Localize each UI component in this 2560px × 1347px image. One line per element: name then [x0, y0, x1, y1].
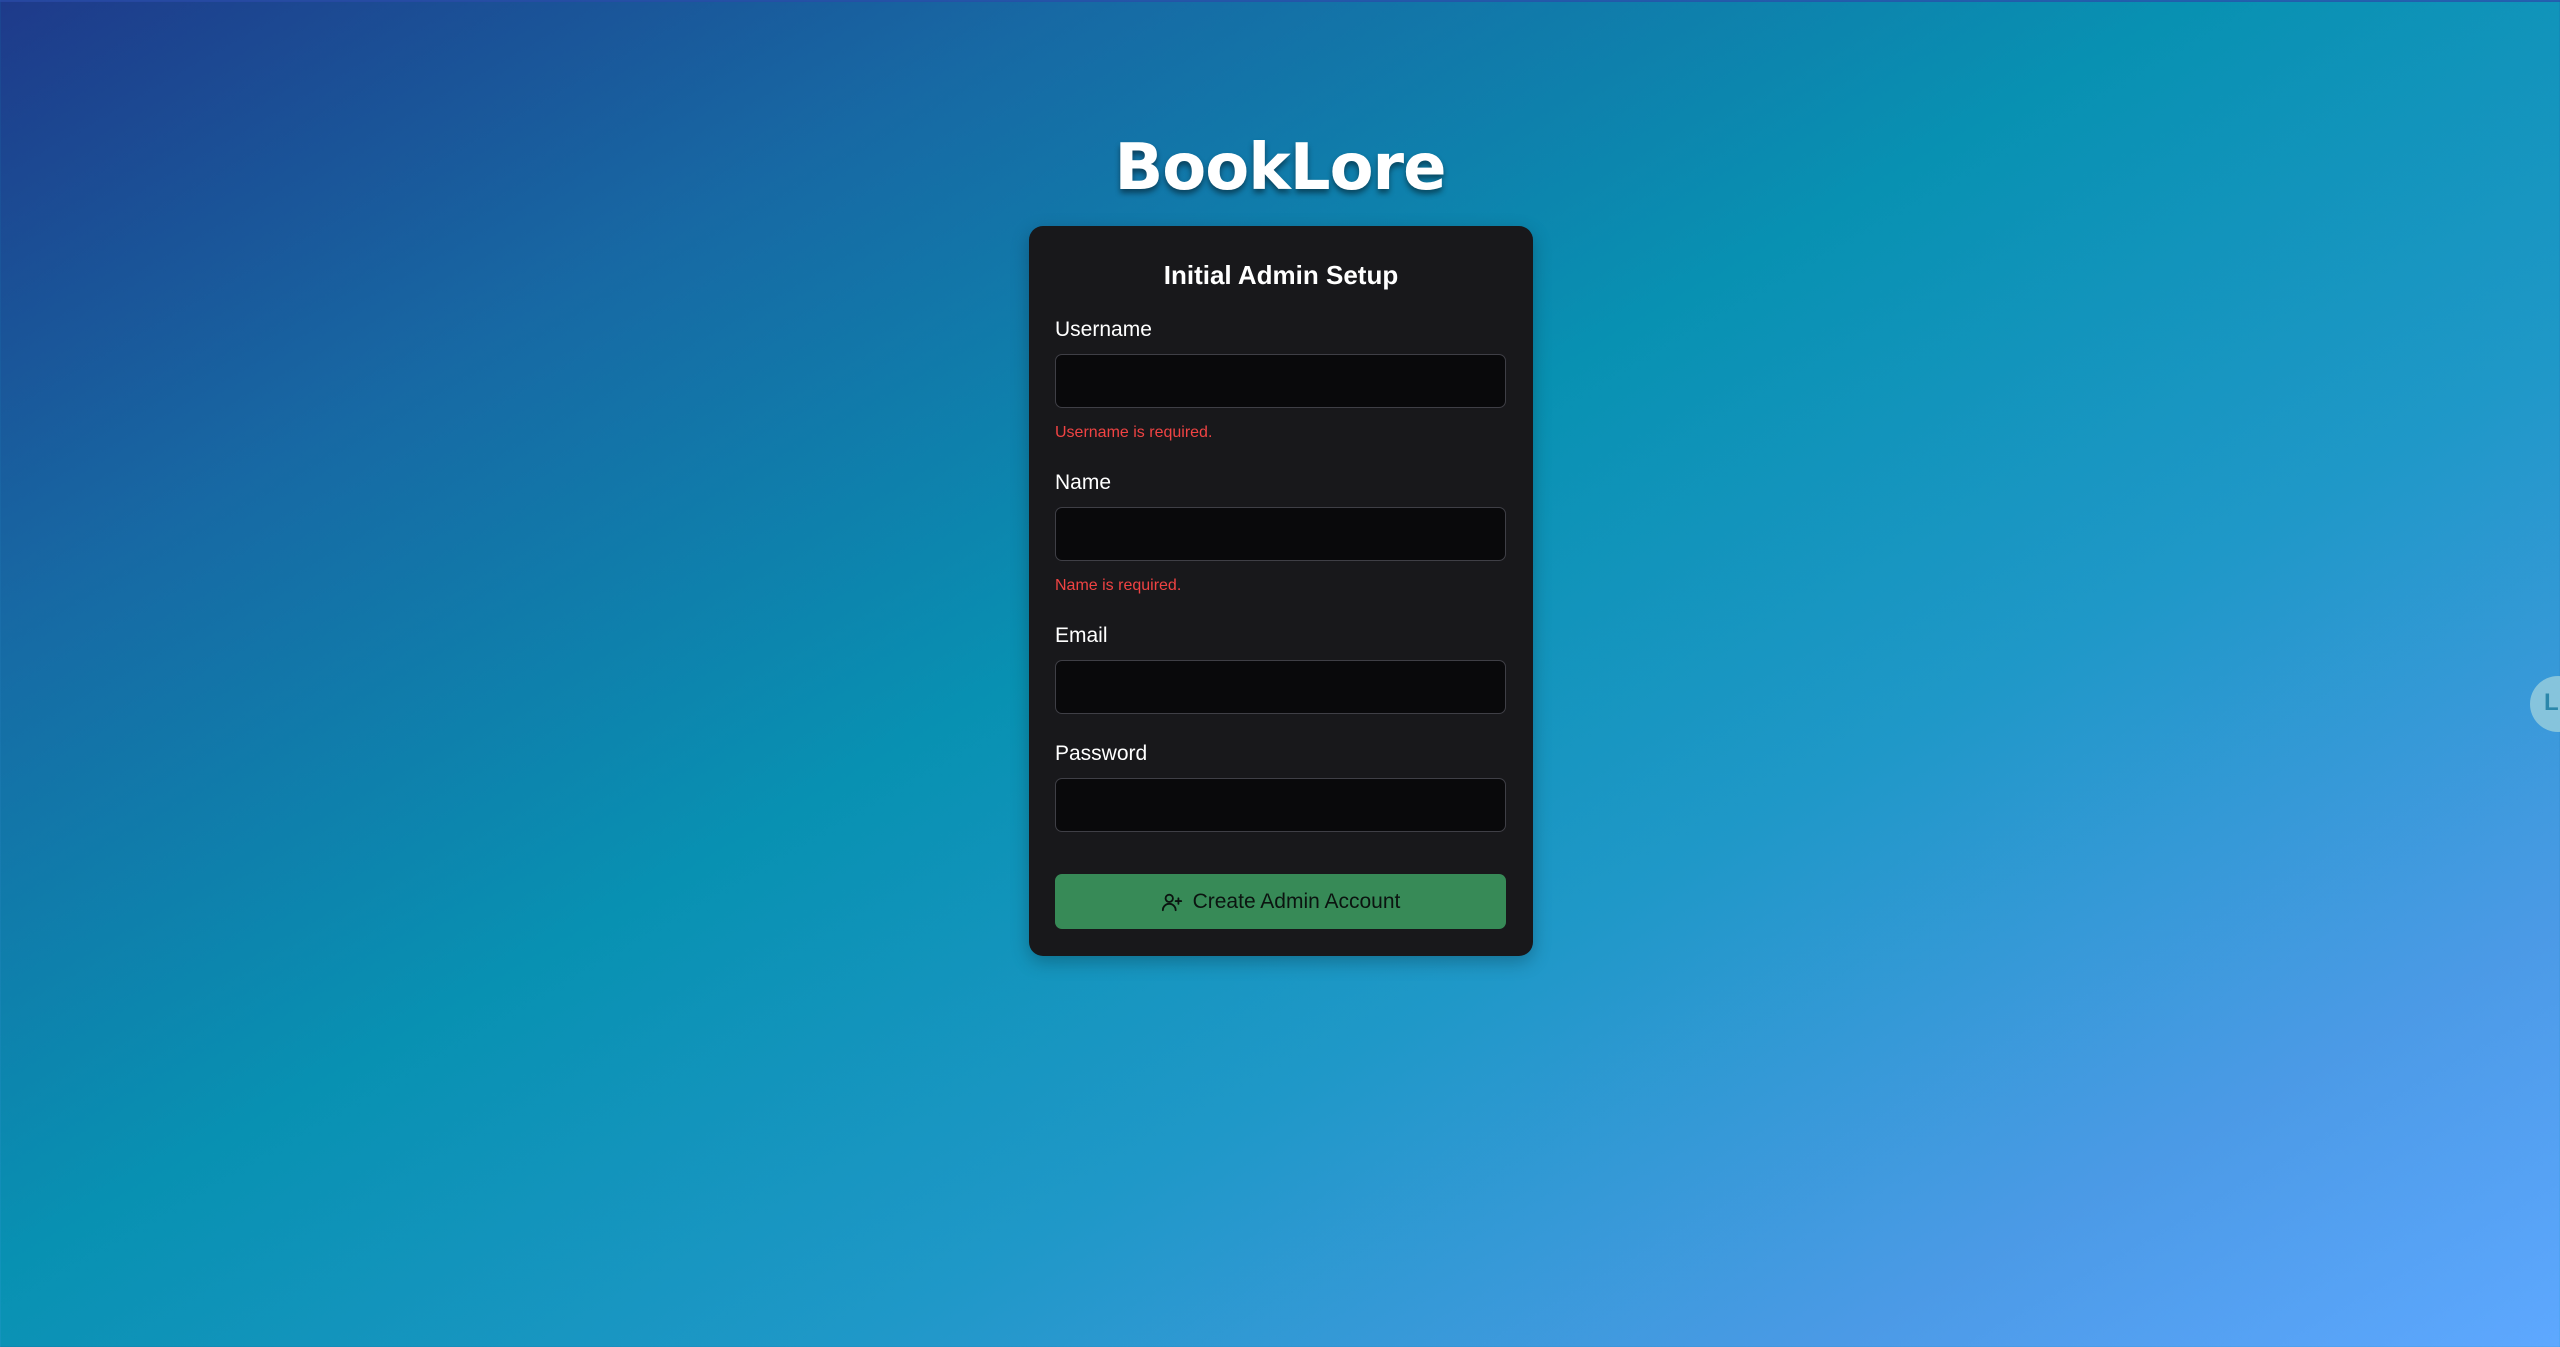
email-input[interactable]	[1055, 660, 1506, 714]
user-plus-icon	[1161, 891, 1183, 913]
floating-chat-icon: L	[2544, 689, 2559, 716]
password-label: Password	[1055, 742, 1148, 765]
username-label: Username	[1055, 318, 1152, 341]
create-admin-account-label: Create Admin Account	[1192, 889, 1401, 913]
name-error: Name is required.	[1055, 577, 1182, 594]
admin-setup-card: Initial Admin Setup Username Username is…	[1029, 226, 1533, 956]
username-input[interactable]	[1055, 354, 1506, 408]
password-input[interactable]	[1055, 778, 1506, 832]
create-admin-account-button[interactable]: Create Admin Account	[1055, 874, 1506, 929]
email-label: Email	[1055, 624, 1108, 647]
name-label: Name	[1055, 471, 1112, 494]
floating-chat-button[interactable]: L	[2530, 676, 2560, 732]
app-logo-title: BookLore	[1114, 131, 1447, 205]
card-title: Initial Admin Setup	[1163, 260, 1399, 290]
top-border	[0, 0, 2560, 2]
username-error: Username is required.	[1055, 424, 1213, 441]
name-input[interactable]	[1055, 507, 1506, 561]
